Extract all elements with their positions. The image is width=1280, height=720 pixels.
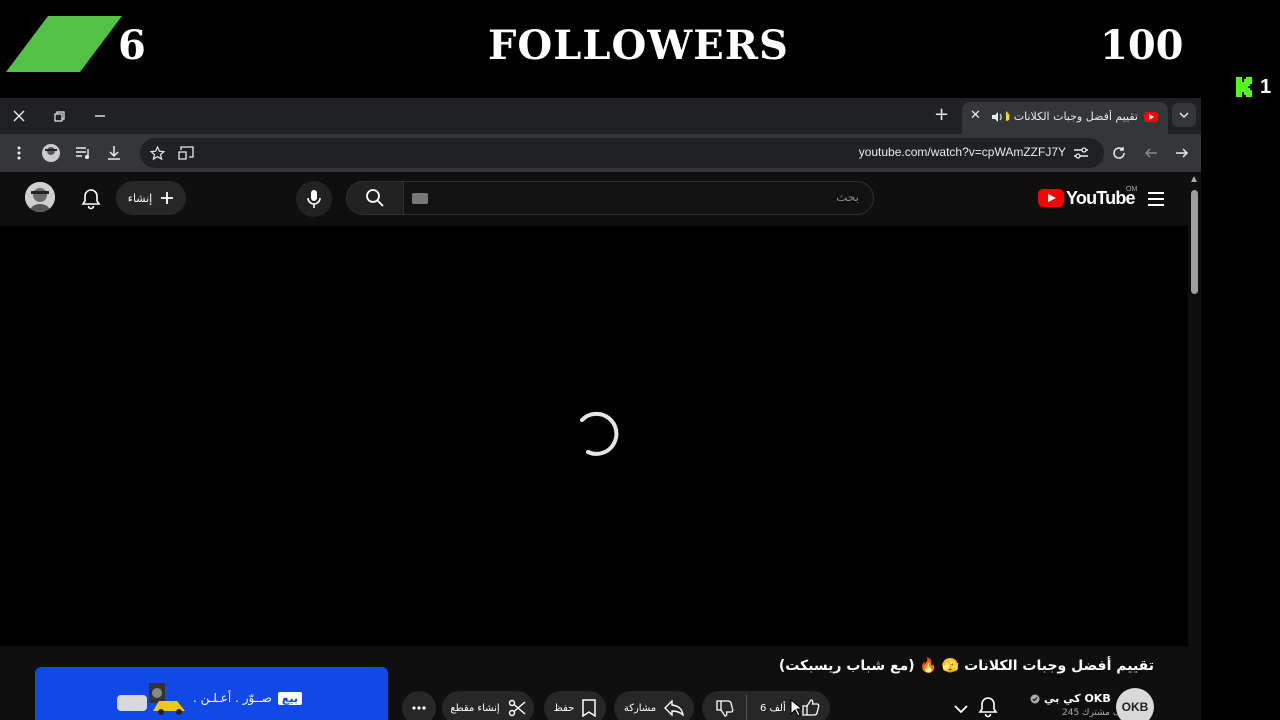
share-label: مشاركة: [623, 702, 657, 714]
audio-playing-icon[interactable]: [990, 110, 1004, 124]
region-code: OM: [1126, 186, 1138, 193]
clip-label: إنشاء مقطع: [450, 702, 500, 714]
ad-products-image: [117, 683, 185, 715]
plus-icon: [161, 192, 174, 204]
hamburger-menu-icon[interactable]: [1146, 189, 1166, 209]
dislike-icon[interactable]: [716, 699, 734, 717]
subscribe-chevron-icon[interactable]: [952, 700, 970, 718]
youtube-wordmark: YouTube: [1066, 187, 1136, 208]
new-tab-button[interactable]: +: [934, 104, 949, 125]
video-title: تقييم أفضل وجبات الكلانات 🫣 🔥 (مع شباب ر…: [778, 658, 1154, 674]
kick-viewer-badge: 1: [1236, 76, 1271, 98]
verified-badge-icon: [1030, 694, 1040, 704]
like-dislike-group: 6 ألف: [702, 691, 830, 720]
tab-title: تقييم أفضل وجبات الكلانات 🫣: [1006, 110, 1138, 123]
profile-avatar-icon[interactable]: [40, 142, 62, 164]
browser-toolbar: youtube.com/watch?v=cpWAmZZFJ7Y: [0, 134, 1201, 172]
video-player[interactable]: [0, 226, 1188, 646]
chevron-down-icon: [1179, 112, 1189, 119]
search-button[interactable]: [346, 181, 404, 215]
subscription-bell-icon[interactable]: [976, 695, 1000, 719]
share-arrow-icon: [664, 700, 685, 716]
share-button[interactable]: مشاركة: [614, 691, 694, 720]
browser-menu-icon[interactable]: [8, 142, 30, 164]
bookmark-star-icon[interactable]: [146, 142, 168, 164]
youtube-header: YouTube OM بحث إنشاء: [0, 172, 1188, 226]
close-window-icon[interactable]: [6, 104, 32, 128]
url-text[interactable]: youtube.com/watch?v=cpWAmZZFJ7Y: [859, 145, 1066, 159]
more-actions-button[interactable]: [402, 691, 436, 720]
back-arrow-icon[interactable]: [1140, 142, 1162, 164]
minimize-window-icon[interactable]: [87, 104, 113, 128]
channel-name[interactable]: كي بي OKB: [1044, 692, 1111, 705]
follower-progress-shape: [6, 16, 122, 72]
search-input[interactable]: بحث: [402, 181, 874, 215]
keyboard-icon[interactable]: [412, 193, 428, 204]
user-avatar[interactable]: [25, 182, 55, 212]
stream-overlay: 6 FOLLOWERS 100: [0, 0, 1280, 98]
site-settings-icon[interactable]: [1070, 142, 1092, 164]
youtube-logo[interactable]: YouTube: [1038, 186, 1136, 210]
scrollbar-thumb[interactable]: [1191, 190, 1198, 294]
cast-icon[interactable]: [175, 142, 197, 164]
ad-copy: صــوّر . أعـلـن .: [193, 691, 272, 705]
create-button[interactable]: إنشاء: [116, 181, 186, 215]
follower-goal: 100: [1100, 22, 1184, 69]
follower-count: 6: [118, 22, 146, 69]
forward-arrow-icon[interactable]: [1171, 142, 1193, 164]
ad-banner[interactable]: بيع صــوّر . أعـلـن .: [35, 667, 388, 720]
bookmark-icon: [582, 699, 597, 717]
followers-title: FOLLOWERS: [488, 22, 789, 69]
address-bar[interactable]: youtube.com/watch?v=cpWAmZZFJ7Y: [140, 138, 1104, 168]
youtube-favicon-icon: [1144, 112, 1158, 122]
youtube-play-icon: [1038, 189, 1064, 207]
scissors-icon: [508, 699, 526, 717]
channel-avatar[interactable]: OKB: [1116, 688, 1154, 720]
media-controls-icon[interactable]: [72, 142, 94, 164]
kick-logo-icon: [1236, 77, 1252, 97]
more-horizontal-icon: [412, 706, 426, 710]
user-avatar-icon: [25, 182, 55, 212]
clip-button[interactable]: إنشاء مقطع: [442, 691, 534, 720]
kick-viewer-count: 1: [1260, 75, 1272, 98]
tab-close-icon[interactable]: ✕: [970, 108, 981, 123]
browser-window: + ✕ تقييم أفضل وجبات الكلانات 🫣 youtube.…: [0, 98, 1201, 720]
like-thumb-icon[interactable]: [802, 699, 820, 717]
tab-search-button[interactable]: [1172, 103, 1196, 127]
ad-tag: بيع: [277, 691, 303, 705]
scroll-up-arrow-icon[interactable]: [1191, 176, 1197, 182]
download-icon[interactable]: [103, 142, 125, 164]
like-count[interactable]: 6 ألف: [760, 703, 786, 714]
notifications-bell-icon[interactable]: [80, 188, 102, 210]
like-divider: [746, 695, 747, 720]
tab-youtube[interactable]: ✕ تقييم أفضل وجبات الكلانات 🫣: [962, 102, 1168, 134]
page-scrollbar[interactable]: [1188, 172, 1201, 720]
mouse-cursor-icon: [790, 699, 802, 717]
save-label: حفظ: [553, 702, 575, 714]
loading-spinner-icon: [580, 411, 619, 456]
microphone-icon: [307, 190, 321, 208]
restore-window-icon[interactable]: [46, 104, 72, 128]
reload-icon[interactable]: [1108, 142, 1130, 164]
save-button[interactable]: حفظ: [544, 691, 606, 720]
ad-text: بيع صــوّر . أعـلـن .: [193, 691, 303, 705]
create-label: إنشاء: [127, 191, 153, 205]
tab-strip: + ✕ تقييم أفضل وجبات الكلانات 🫣: [0, 98, 1201, 134]
search-icon: [366, 189, 384, 207]
voice-search-button[interactable]: [296, 181, 332, 217]
search-placeholder: بحث: [836, 190, 859, 204]
